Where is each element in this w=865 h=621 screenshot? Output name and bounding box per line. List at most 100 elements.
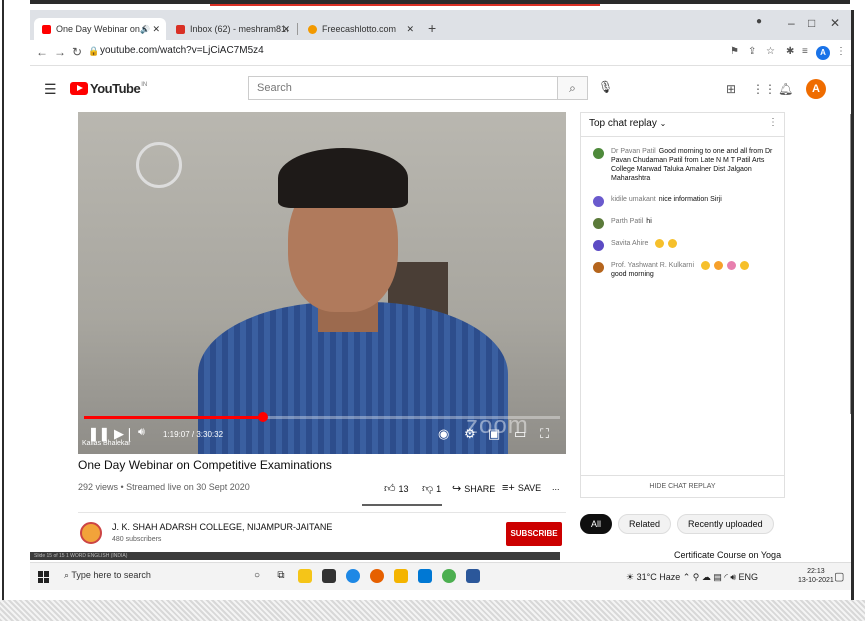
lock-icon: 🔒 — [88, 46, 100, 56]
close-window-icon[interactable]: ✕ — [830, 16, 840, 30]
close-tab-icon[interactable]: ✕ — [152, 24, 160, 35]
right-border — [851, 10, 854, 600]
chat-message: Prof. Yashwant R. Kulkarni good morning — [593, 261, 778, 279]
taskbar-search[interactable]: ⌕ Type here to search — [64, 570, 151, 581]
save-button[interactable]: ≡+ SAVE — [502, 482, 541, 494]
cortana-icon[interactable]: ○ — [250, 569, 264, 583]
autoplay-toggle-icon[interactable]: ◉ — [438, 426, 449, 442]
progress-fill — [84, 416, 263, 419]
mail-icon[interactable] — [418, 569, 432, 583]
pause-icon[interactable]: ❚❚ — [88, 426, 110, 442]
tray-icons[interactable]: ⌃ ⚲ ☁ ▤ ◜ 🔊︎ — [683, 572, 739, 582]
share-page-icon[interactable]: ⇪ — [748, 46, 756, 57]
bouquet-emoji-icon — [726, 261, 736, 270]
chat-message: Savita Ahire — [593, 239, 778, 251]
hide-chat-replay-button[interactable]: HIDE CHAT REPLAY — [581, 475, 784, 497]
chat-header[interactable]: Top chat replay ⌄ — [581, 113, 784, 137]
channel-avatar[interactable] — [80, 522, 102, 544]
search-icon[interactable]: ⌕ — [558, 76, 588, 100]
recommended-video-title[interactable]: Certificate Course on Yoga — [674, 550, 781, 560]
chip-recently-uploaded[interactable]: Recently uploaded — [677, 514, 774, 534]
bookmark-star-icon[interactable]: ☆ — [766, 46, 775, 57]
back-icon[interactable]: ← — [36, 45, 48, 59]
page-scrollbar[interactable] — [850, 114, 851, 414]
dislike-button[interactable]: 👎︎ 1 — [422, 482, 441, 495]
hamburger-menu-icon[interactable]: ☰ — [44, 81, 57, 98]
close-tab-icon[interactable]: ✕ — [282, 24, 290, 35]
share-arrow-icon: ↪ — [452, 483, 462, 495]
speaker-icon: 🔊 — [140, 24, 150, 34]
microphone-icon[interactable]: 🎙 — [598, 80, 613, 94]
chat-avatar — [593, 240, 604, 251]
firefox-icon[interactable] — [370, 569, 384, 583]
thumbs-down-icon: 👎︎ — [422, 483, 434, 495]
menu-kebab-icon[interactable]: ⋮ — [836, 46, 846, 57]
hatched-margin — [0, 600, 865, 621]
live-chat-panel: Top chat replay ⌄ ⋮ Dr Pavan Patil Good m… — [580, 112, 785, 498]
sticky-notes-icon[interactable] — [394, 569, 408, 583]
fullscreen-icon[interactable]: ⛶ — [540, 426, 549, 442]
chip-related[interactable]: Related — [618, 514, 672, 534]
chat-avatar — [593, 218, 604, 229]
volume-icon[interactable]: 🔊︎ — [138, 426, 145, 439]
share-button[interactable]: ↪ SHARE — [452, 482, 495, 495]
chrome-icon[interactable] — [442, 569, 456, 583]
thumbs-up-icon: 👍︎ — [384, 483, 396, 495]
progress-scrubber[interactable] — [257, 412, 268, 422]
tab-freecashlotto[interactable]: Freecashlotto.com ✕ — [300, 18, 420, 40]
reload-icon[interactable]: ↻ — [72, 45, 82, 59]
reading-list-icon[interactable]: ≡ — [802, 46, 808, 57]
channel-name[interactable]: J. K. SHAH ADARSH COLLEGE, NIJAMPUR-JAIT… — [112, 522, 332, 532]
tab-label: Freecashlotto.com — [322, 24, 397, 34]
forward-icon[interactable]: → — [54, 45, 66, 59]
tab-webinar[interactable]: One Day Webinar on Compe 🔊 ✕ — [34, 18, 166, 40]
language-indicator[interactable]: ENG — [739, 572, 759, 582]
chat-author: Parth Patil — [611, 218, 644, 225]
tab-separator — [297, 23, 298, 35]
youtube-account-avatar[interactable]: A — [806, 79, 826, 99]
youtube-logo[interactable]: YouTube IN — [70, 81, 147, 96]
create-video-icon[interactable]: ⊞ — [726, 82, 736, 96]
search-input[interactable]: Search — [248, 76, 558, 100]
chat-mode-label: Top chat replay — [589, 118, 657, 129]
settings-gear-icon[interactable]: ⚙ — [464, 426, 476, 442]
left-border — [2, 0, 4, 600]
tab-inbox[interactable]: Inbox (62) - meshram81@gmail. ✕ — [168, 18, 296, 40]
file-explorer-icon[interactable] — [298, 569, 312, 583]
url-field[interactable]: youtube.com/watch?v=LjCiAC7M5z4 — [100, 45, 264, 56]
chat-message: Dr Pavan Patil Good morning to one and al… — [593, 147, 778, 183]
close-tab-icon[interactable]: ✕ — [406, 24, 414, 35]
progress-bar[interactable] — [84, 412, 560, 422]
taskbar-clock[interactable]: 22:13 13-10-2021 — [798, 567, 834, 585]
subscribe-button[interactable]: SUBSCRIBE — [506, 522, 562, 546]
minimize-icon[interactable]: – — [788, 16, 795, 30]
theater-mode-icon[interactable]: ▭ — [514, 426, 526, 442]
extensions-icon[interactable]: ✱ — [786, 46, 794, 57]
wave-emoji-icon — [739, 261, 749, 270]
profile-dot-icon[interactable]: ● — [756, 16, 762, 27]
task-view-icon[interactable]: ⧉ — [274, 569, 288, 583]
next-icon[interactable]: ▶❘ — [114, 426, 135, 442]
miniplayer-icon[interactable]: ▣ — [488, 426, 500, 442]
chat-menu-icon[interactable]: ⋮ — [768, 117, 778, 128]
windows-start-icon[interactable] — [38, 571, 50, 583]
youtube-favicon-icon — [42, 24, 51, 34]
translate-icon[interactable]: ⚑ — [730, 46, 739, 57]
share-label: SHARE — [464, 483, 496, 494]
word-icon[interactable] — [466, 569, 480, 583]
chip-all[interactable]: All — [580, 514, 613, 534]
notifications-bell-icon[interactable]: 🔔︎ — [778, 82, 793, 96]
store-icon[interactable] — [322, 569, 336, 583]
address-bar: ← → ↻ 🔒 youtube.com/watch?v=LjCiAC7M5z4 … — [30, 40, 851, 66]
gmail-favicon-icon — [176, 24, 185, 34]
edge-icon[interactable] — [346, 569, 360, 583]
apps-grid-icon[interactable]: ⋮⋮ — [752, 82, 776, 96]
like-button[interactable]: 👍︎ 13 — [384, 482, 409, 495]
video-player[interactable]: zoom Kailas Bhalekar ❚❚ ▶❘ 🔊︎ 1:19:07 / … — [78, 112, 566, 454]
maximize-icon[interactable]: □ — [808, 16, 815, 30]
more-actions-button[interactable]: ... — [552, 482, 560, 492]
new-tab-icon[interactable]: + — [428, 20, 436, 36]
profile-avatar[interactable]: A — [816, 46, 830, 60]
screenshot-frame: One Day Webinar on Compe 🔊 ✕ Inbox (62) … — [0, 0, 865, 621]
notification-center-icon[interactable]: ▢ — [834, 570, 844, 583]
